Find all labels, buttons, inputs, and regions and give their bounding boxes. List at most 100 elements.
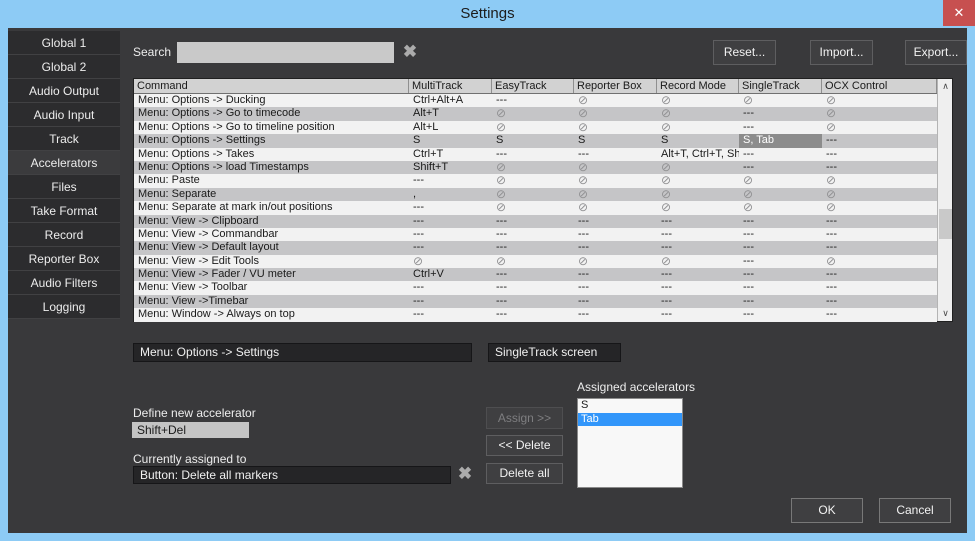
command-cell[interactable]: Menu: View -> Fader / VU meter — [134, 268, 409, 281]
accelerator-cell[interactable]: ⊘ — [574, 174, 657, 187]
accelerator-cell[interactable]: --- — [657, 308, 739, 321]
accelerator-cell[interactable]: ⊘ — [657, 121, 739, 134]
accelerator-cell[interactable]: --- — [574, 215, 657, 228]
accelerator-cell[interactable]: Ctrl+V — [409, 268, 492, 281]
command-cell[interactable]: Menu: Window -> Always on top — [134, 308, 409, 321]
command-cell[interactable]: Menu: Options -> Settings — [134, 134, 409, 147]
accelerator-cell[interactable]: --- — [822, 215, 937, 228]
command-cell[interactable]: Menu: View -> Toolbar — [134, 281, 409, 294]
accelerator-cell[interactable]: --- — [492, 94, 574, 107]
table-row[interactable]: Menu: Options -> load TimestampsShift+T⊘… — [134, 161, 937, 174]
accelerator-cell[interactable]: ⊘ — [492, 201, 574, 214]
search-clear-icon[interactable]: ✖ — [399, 42, 421, 62]
accelerator-cell[interactable]: --- — [574, 295, 657, 308]
command-cell[interactable]: Menu: Options -> Takes — [134, 148, 409, 161]
column-header[interactable]: OCX Control — [822, 79, 937, 93]
accelerator-cell[interactable]: --- — [739, 107, 822, 120]
sidebar-item-accelerators[interactable]: Accelerators — [8, 151, 120, 175]
table-row[interactable]: Menu: Options -> DuckingCtrl+Alt+A---⊘⊘⊘… — [134, 94, 937, 107]
accelerator-cell[interactable]: --- — [739, 308, 822, 321]
accelerator-cell[interactable]: ⊘ — [574, 188, 657, 201]
table-row[interactable]: Menu: Options -> SettingsSSSSS, Tab--- — [134, 134, 937, 147]
export-button[interactable]: Export... — [905, 40, 967, 65]
accelerator-cell[interactable]: ⊘ — [657, 107, 739, 120]
accelerator-cell[interactable]: --- — [574, 281, 657, 294]
column-header[interactable]: SingleTrack — [739, 79, 822, 93]
table-row[interactable]: Menu: View -> Fader / VU meterCtrl+V----… — [134, 268, 937, 281]
accelerator-cell[interactable]: ⊘ — [822, 255, 937, 268]
accelerator-cell[interactable]: ⊘ — [492, 161, 574, 174]
accelerator-cell[interactable]: --- — [409, 201, 492, 214]
accelerator-cell[interactable]: --- — [492, 148, 574, 161]
accelerator-cell[interactable]: ⊘ — [574, 201, 657, 214]
accelerator-cell[interactable]: ⊘ — [822, 121, 937, 134]
sidebar-item-audio-output[interactable]: Audio Output — [8, 79, 120, 103]
accelerator-cell[interactable]: ⊘ — [657, 161, 739, 174]
command-cell[interactable]: Menu: Paste — [134, 174, 409, 187]
accelerator-cell[interactable]: --- — [409, 281, 492, 294]
table-row[interactable]: Menu: Separate at mark in/out positions-… — [134, 201, 937, 214]
accelerator-cell[interactable]: ⊘ — [492, 121, 574, 134]
accelerator-cell[interactable]: --- — [574, 148, 657, 161]
table-row[interactable]: Menu: View ->Timebar------------------ — [134, 295, 937, 308]
accelerator-cell[interactable]: ⊘ — [822, 174, 937, 187]
accelerator-cell[interactable]: ⊘ — [574, 121, 657, 134]
accelerator-cell[interactable]: ⊘ — [657, 94, 739, 107]
command-cell[interactable]: Menu: Separate — [134, 188, 409, 201]
close-button[interactable]: ✕ — [943, 0, 975, 26]
reset-button[interactable]: Reset... — [713, 40, 776, 65]
accelerator-cell[interactable]: --- — [657, 241, 739, 254]
column-header[interactable]: Reporter Box — [574, 79, 657, 93]
sidebar-item-logging[interactable]: Logging — [8, 295, 120, 319]
titlebar[interactable]: Settings ✕ — [0, 0, 975, 28]
accelerator-cell[interactable]: --- — [574, 241, 657, 254]
table-row[interactable]: Menu: View -> Edit Tools⊘⊘⊘⊘---⊘ — [134, 255, 937, 268]
column-header[interactable]: Command — [134, 79, 409, 93]
accelerator-cell[interactable]: S — [574, 134, 657, 147]
delete-all-button[interactable]: Delete all — [486, 463, 563, 484]
command-cell[interactable]: Menu: View -> Default layout — [134, 241, 409, 254]
accelerator-cell[interactable]: --- — [492, 215, 574, 228]
accelerator-cell[interactable]: --- — [409, 174, 492, 187]
column-header[interactable]: Record Mode — [657, 79, 739, 93]
accelerator-cell[interactable]: ⊘ — [822, 188, 937, 201]
accelerator-cell[interactable]: ⊘ — [657, 201, 739, 214]
accelerator-cell[interactable]: --- — [492, 268, 574, 281]
accelerator-cell[interactable]: --- — [657, 295, 739, 308]
selected-accelerator-cell[interactable]: S, Tab — [739, 134, 822, 147]
table-row[interactable]: Menu: Separate,⊘⊘⊘⊘⊘ — [134, 188, 937, 201]
accelerator-cell[interactable]: ⊘ — [574, 107, 657, 120]
accelerator-cell[interactable]: --- — [492, 241, 574, 254]
clear-assigned-icon[interactable]: ✖ — [454, 464, 476, 484]
sidebar-item-global-2[interactable]: Global 2 — [8, 55, 120, 79]
accelerator-cell[interactable]: ⊘ — [574, 255, 657, 268]
accelerator-cell[interactable]: ⊘ — [657, 255, 739, 268]
table-row[interactable]: Menu: View -> Commandbar----------------… — [134, 228, 937, 241]
accelerator-cell[interactable]: --- — [657, 281, 739, 294]
accelerator-cell[interactable]: --- — [574, 308, 657, 321]
command-cell[interactable]: Menu: Options -> Go to timeline position — [134, 121, 409, 134]
accelerator-cell[interactable]: --- — [409, 295, 492, 308]
accelerator-cell[interactable]: --- — [739, 268, 822, 281]
accelerator-cell[interactable]: Ctrl+Alt+A — [409, 94, 492, 107]
accelerator-cell[interactable]: S — [657, 134, 739, 147]
column-header[interactable]: MultiTrack — [409, 79, 492, 93]
accelerator-cell[interactable]: Shift+T — [409, 161, 492, 174]
table-row[interactable]: Menu: View -> Clipboard-----------------… — [134, 215, 937, 228]
table-row[interactable]: Menu: View -> Default layout------------… — [134, 241, 937, 254]
accelerator-cell[interactable]: ⊘ — [409, 255, 492, 268]
accelerator-cell[interactable]: --- — [657, 215, 739, 228]
assign-button[interactable]: Assign >> — [486, 407, 563, 429]
accelerator-cell[interactable]: --- — [822, 281, 937, 294]
accelerator-cell[interactable]: Alt+T, Ctrl+T, Shi — [657, 148, 739, 161]
accelerator-cell[interactable]: ⊘ — [492, 188, 574, 201]
vertical-scrollbar[interactable]: ∧ ∨ — [937, 79, 952, 321]
sidebar-item-track[interactable]: Track — [8, 127, 120, 151]
accelerator-cell[interactable]: ⊘ — [739, 201, 822, 214]
accelerator-cell[interactable]: --- — [739, 148, 822, 161]
import-button[interactable]: Import... — [810, 40, 873, 65]
accelerator-cell[interactable]: ⊘ — [822, 201, 937, 214]
accelerator-cell[interactable]: --- — [822, 308, 937, 321]
assigned-accelerator-item[interactable]: S — [578, 399, 682, 413]
search-input[interactable] — [177, 42, 394, 63]
